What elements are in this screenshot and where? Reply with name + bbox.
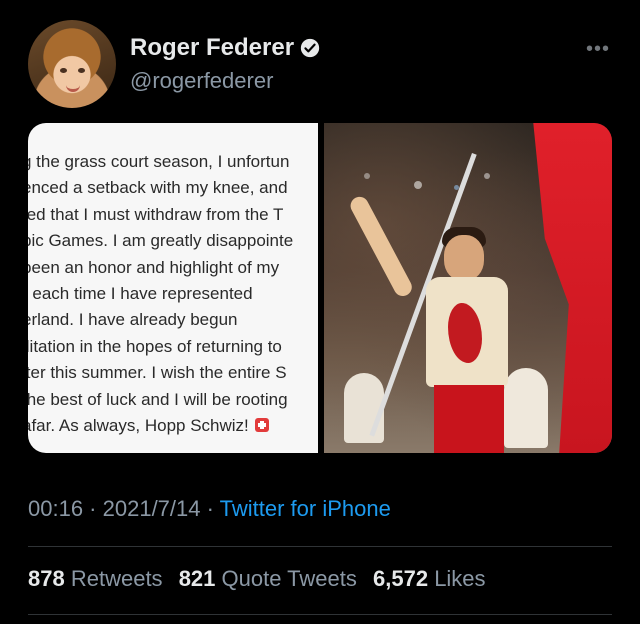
author-name-text[interactable]: Roger Federer	[130, 34, 294, 61]
likes-count: 6,572	[373, 566, 429, 591]
athlete	[347, 193, 508, 453]
likes-stat[interactable]: 6,572 Likes	[373, 566, 486, 591]
divider	[28, 546, 612, 547]
statement-image[interactable]: g the grass court season, I unfortun enc…	[28, 123, 318, 453]
retweets-count: 878	[28, 566, 65, 591]
author-handle[interactable]: @rogerfederer	[130, 68, 273, 94]
more-options-icon[interactable]: •••	[586, 38, 610, 61]
statement-line: the best of luck and I will be rooting	[28, 389, 288, 409]
statement-text: g the grass court season, I unfortun enc…	[28, 149, 318, 439]
light-dot	[364, 173, 370, 179]
crowd-person	[504, 368, 548, 448]
retweets-label: Retweets	[70, 566, 163, 591]
tweet-media[interactable]: g the grass court season, I unfortun enc…	[28, 123, 612, 453]
statement-line: iter this summer. I wish the entire S	[28, 363, 287, 383]
tweet-stats: 878 Retweets 821 Quote Tweets 6,572 Like…	[28, 566, 496, 592]
statement-line-text: afar. As always, Hopp Schwiz!	[28, 415, 249, 435]
statement-line: g the grass court season, I unfortun	[28, 152, 290, 171]
olympics-photo[interactable]	[324, 123, 612, 453]
tweet-source-link[interactable]: Twitter for iPhone	[220, 496, 391, 521]
statement-line: ted that I must withdraw from the T	[28, 204, 284, 224]
quotes-stat[interactable]: 821 Quote Tweets	[179, 566, 357, 591]
statement-line: r each time I have represented	[28, 283, 253, 303]
athlete-head	[444, 235, 484, 281]
quotes-count: 821	[178, 566, 216, 591]
retweets-stat[interactable]: 878 Retweets	[28, 566, 163, 591]
light-dot	[414, 181, 422, 189]
swiss-flag-icon	[254, 417, 269, 432]
avatar-mouth	[66, 84, 80, 92]
tweet-header: Roger Federer @rogerfederer •••	[0, 0, 640, 120]
meta-separator: ·	[83, 496, 103, 521]
statement-line: ilitation in the hopes of returning to	[28, 336, 282, 356]
light-dot	[484, 173, 490, 179]
avatar-eye	[78, 68, 85, 73]
avatar[interactable]	[28, 20, 116, 108]
avatar-eye	[60, 68, 67, 73]
statement-line-last: afar. As always, Hopp Schwiz!	[28, 413, 318, 439]
verified-badge-icon	[300, 38, 320, 58]
author-name[interactable]: Roger Federer	[130, 34, 320, 62]
statement-line: erland. I have already begun	[28, 310, 238, 330]
statement-line: pic Games. I am greatly disappointe	[28, 231, 294, 251]
likes-label: Likes	[434, 566, 486, 591]
meta-separator: ·	[200, 496, 220, 521]
tweet-meta: 00:16 · 2021/7/14 · Twitter for iPhone	[28, 496, 391, 522]
quotes-label: Quote Tweets	[221, 566, 357, 591]
divider	[28, 614, 612, 615]
athlete-pants	[434, 385, 504, 453]
statement-line: enced a setback with my knee, and	[28, 178, 288, 198]
tweet-time[interactable]: 00:16	[28, 496, 83, 521]
tweet-date[interactable]: 2021/7/14	[103, 496, 201, 521]
raised-arm	[347, 193, 415, 300]
statement-line: been an honor and highlight of my	[28, 257, 280, 277]
